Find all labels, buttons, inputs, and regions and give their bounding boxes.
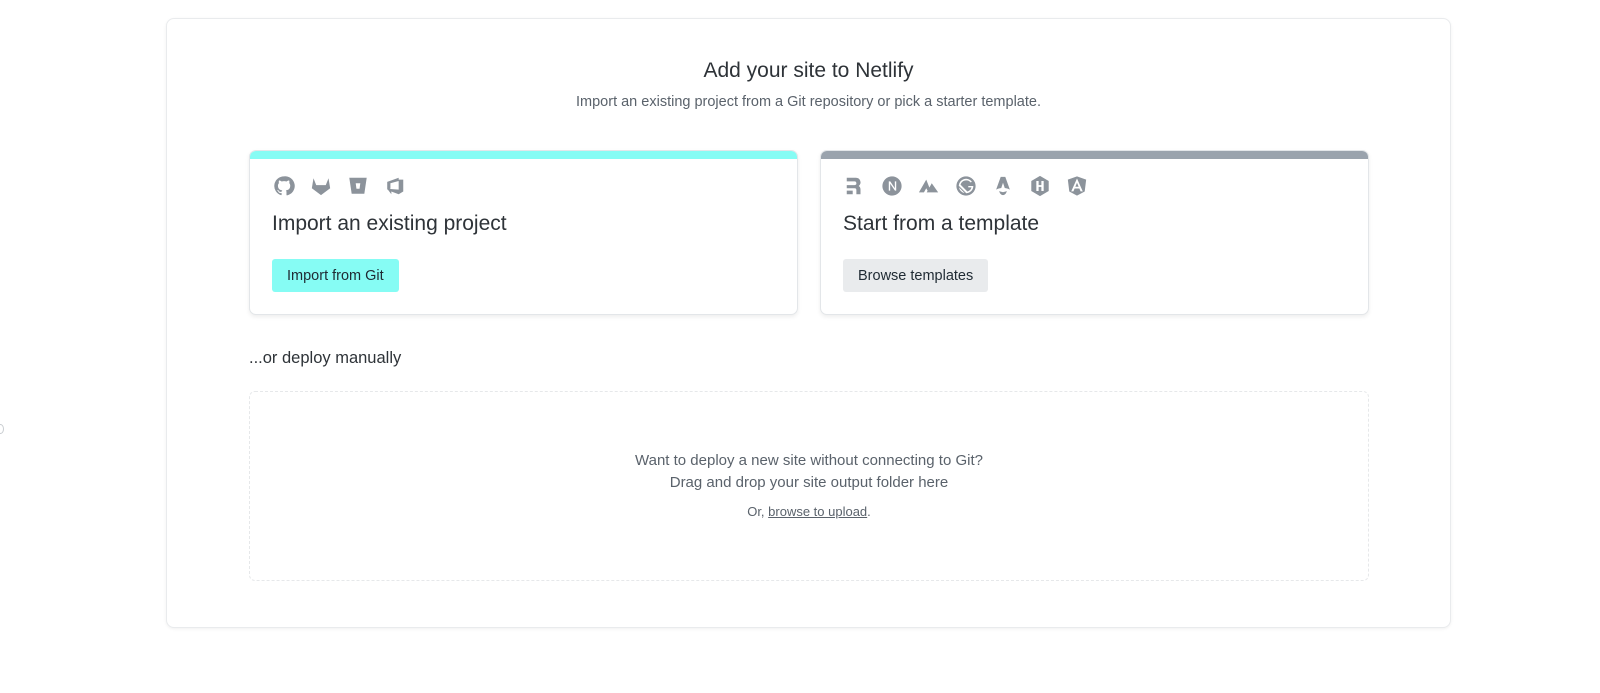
dropzone-question: Want to deploy a new site without connec…	[635, 452, 983, 469]
dropzone-upload-line: Or, browse to upload.	[250, 504, 1368, 519]
dropzone-instruction: Drag and drop your site output folder he…	[669, 474, 949, 491]
framework-icons	[843, 174, 1102, 198]
template-card: Start from a template Browse templates	[820, 150, 1369, 315]
astro-icon	[991, 174, 1015, 198]
git-provider-icons	[272, 174, 420, 198]
drag-drop-zone[interactable]: Want to deploy a new site without connec…	[249, 391, 1369, 581]
gitlab-icon	[309, 174, 333, 198]
deploy-manually-label: ...or deploy manually	[249, 349, 402, 367]
angular-icon	[1065, 174, 1089, 198]
edge-cursor-mark	[0, 424, 4, 434]
browse-to-upload-link[interactable]: browse to upload	[768, 504, 867, 519]
page-title: Add your site to Netlify	[703, 59, 914, 82]
nuxt-icon	[917, 174, 941, 198]
card-accent-bar	[250, 151, 797, 159]
azure-devops-icon	[383, 174, 407, 198]
bitbucket-icon	[346, 174, 370, 198]
remix-icon	[843, 174, 867, 198]
import-from-git-button[interactable]: Import from Git	[272, 259, 399, 292]
template-card-title: Start from a template	[843, 212, 1040, 235]
nextjs-icon	[880, 174, 904, 198]
github-icon	[272, 174, 296, 198]
page-subtitle: Import an existing project from a Git re…	[576, 94, 1041, 110]
import-project-card: Import an existing project Import from G…	[249, 150, 798, 315]
upload-prefix: Or,	[747, 504, 769, 519]
add-site-panel: Add your site to Netlify Import an exist…	[166, 18, 1451, 628]
gatsby-icon	[954, 174, 978, 198]
upload-suffix: .	[867, 504, 871, 519]
card-accent-bar	[821, 151, 1368, 159]
hugo-icon	[1028, 174, 1052, 198]
browse-templates-button[interactable]: Browse templates	[843, 259, 989, 292]
import-card-title: Import an existing project	[272, 212, 507, 235]
